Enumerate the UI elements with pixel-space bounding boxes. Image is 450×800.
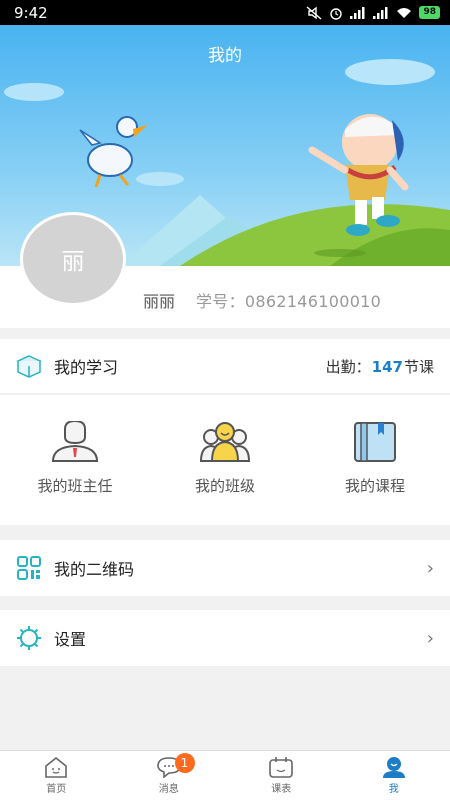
my-study-title: 我的学习	[54, 358, 119, 377]
tab-schedule[interactable]: 课表	[225, 751, 338, 800]
my-class-label: 我的班级	[194, 477, 255, 495]
head-teacher-button[interactable]: 我的班主任	[0, 395, 150, 525]
signal-icon	[350, 6, 365, 19]
head-teacher-icon	[51, 421, 99, 462]
qrcode-icon	[17, 556, 41, 580]
course-book-icon	[354, 422, 396, 462]
tab-home-label: 首页	[46, 784, 67, 795]
user-icon	[382, 757, 405, 778]
tab-me[interactable]: 我	[338, 751, 450, 800]
tab-me-label: 我	[388, 784, 399, 795]
head-teacher-label: 我的班主任	[37, 477, 113, 495]
attendance-summary: 出勤： 147 节课	[326, 356, 434, 377]
bottom-tab-bar: 首页 1 消息 课表 我	[0, 750, 450, 800]
alarm-icon	[330, 7, 343, 20]
status-bar: 9:42 98	[0, 0, 450, 25]
my-course-label: 我的课程	[344, 477, 405, 495]
tab-messages-label: 消息	[158, 784, 179, 795]
study-shortcuts: 我的班主任 我的班级 我的课程	[0, 395, 450, 525]
study-box-icon	[16, 355, 42, 378]
calendar-icon	[269, 757, 294, 778]
attendance-prefix: 出勤：	[325, 357, 371, 376]
unread-badge: 1	[174, 753, 195, 773]
mute-icon	[307, 5, 322, 20]
signal-icon-2	[373, 6, 388, 19]
chevron-right-icon: ›	[426, 557, 434, 579]
class-icon	[199, 422, 251, 462]
settings-label: 设置	[54, 630, 87, 649]
my-class-button[interactable]: 我的班级	[150, 395, 300, 525]
chevron-right-icon: ›	[426, 627, 434, 649]
attendance-count: 147	[371, 357, 403, 376]
my-qrcode-row[interactable]: 我的二维码 ›	[0, 540, 450, 596]
tab-home[interactable]: 首页	[0, 751, 113, 800]
settings-row[interactable]: 设置 ›	[0, 610, 450, 666]
attendance-suffix: 节课	[403, 357, 434, 376]
home-icon	[45, 756, 68, 778]
my-course-button[interactable]: 我的课程	[300, 395, 450, 525]
page-title: 我的	[208, 46, 242, 66]
tab-messages[interactable]: 1 消息	[113, 751, 226, 800]
avatar[interactable]: 丽	[20, 212, 126, 306]
settings-icon	[17, 626, 41, 650]
battery-indicator: 98	[419, 6, 440, 19]
status-time: 9:42	[14, 3, 48, 22]
student-id: 学号：0862146100010	[196, 292, 382, 311]
user-name: 丽丽	[143, 292, 176, 311]
tab-schedule-label: 课表	[271, 784, 292, 795]
my-qrcode-label: 我的二维码	[54, 560, 135, 579]
wifi-icon	[397, 7, 412, 18]
status-icons: 98	[306, 5, 440, 20]
my-study-header: 我的学习 出勤： 147 节课	[0, 339, 450, 394]
